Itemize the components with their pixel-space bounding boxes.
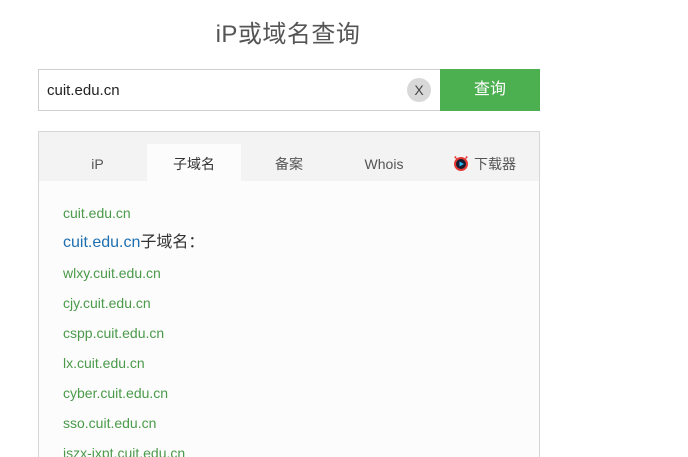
subdomain-link[interactable]: jszx-jxpt.cuit.edu.cn: [63, 445, 185, 457]
results-panel: iP 子域名 备案 Whois 下载器 cuit.edu.cn cuit.edu…: [38, 131, 540, 457]
search-bar: X 查询: [38, 69, 540, 111]
tab-downloader[interactable]: 下载器: [439, 144, 529, 181]
list-item: lx.cuit.edu.cn: [63, 352, 204, 382]
subdomain-link[interactable]: sso.cuit.edu.cn: [63, 415, 156, 431]
subdomain-link[interactable]: cyber.cuit.edu.cn: [63, 385, 168, 401]
page: iP或域名查询 X 查询 iP 子域名 备案 Whois 下载器: [0, 0, 688, 457]
list-item: cjy.cuit.edu.cn: [63, 292, 204, 322]
tab-subdomain[interactable]: 子域名: [147, 144, 241, 181]
tab-beian[interactable]: 备案: [244, 144, 334, 181]
subdomain-heading-domain: cuit.edu.cn: [63, 234, 141, 251]
queried-domain: cuit.edu.cn: [63, 202, 204, 232]
list-item: jszx-jxpt.cuit.edu.cn: [63, 442, 204, 457]
list-item: cspp.cuit.edu.cn: [63, 322, 204, 352]
search-input[interactable]: [38, 69, 440, 111]
tab-ip[interactable]: iP: [55, 144, 140, 181]
queried-domain-link[interactable]: cuit.edu.cn: [63, 205, 131, 221]
subdomain-link[interactable]: wlxy.cuit.edu.cn: [63, 265, 161, 281]
list-item: cyber.cuit.edu.cn: [63, 382, 204, 412]
subdomain-heading-suffix: 子域名：: [140, 234, 205, 251]
subdomain-results: cuit.edu.cn cuit.edu.cn子域名： wlxy.cuit.ed…: [63, 202, 204, 457]
subdomain-heading: cuit.edu.cn子域名：: [63, 232, 204, 262]
clear-button[interactable]: X: [407, 78, 431, 102]
subdomain-link[interactable]: cjy.cuit.edu.cn: [63, 295, 151, 311]
subdomain-link[interactable]: lx.cuit.edu.cn: [63, 355, 145, 371]
subdomain-link[interactable]: cspp.cuit.edu.cn: [63, 325, 164, 341]
page-title: iP或域名查询: [215, 21, 361, 48]
list-item: wlxy.cuit.edu.cn: [63, 262, 204, 292]
tab-whois[interactable]: Whois: [339, 144, 429, 181]
tab-downloader-label: 下载器: [474, 156, 516, 172]
tab-bar: iP 子域名 备案 Whois 下载器: [39, 132, 539, 181]
list-item: sso.cuit.edu.cn: [63, 412, 204, 442]
downloader-app-icon: [452, 147, 470, 187]
search-button[interactable]: 查询: [440, 69, 540, 111]
